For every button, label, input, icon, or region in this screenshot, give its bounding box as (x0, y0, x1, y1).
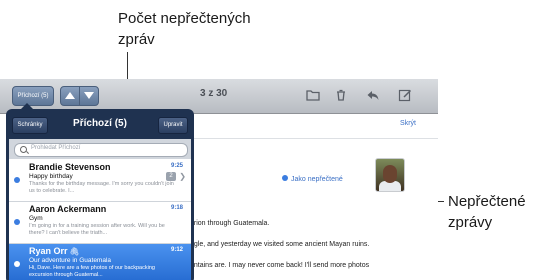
message-sender: Brandie Stevenson (29, 162, 111, 172)
body-line-2: ngle, and yesterday we visited some anci… (190, 241, 370, 248)
search-placeholder: Prohledat Příchozí (31, 145, 81, 151)
unread-dot-icon (282, 175, 288, 181)
unread-dot-icon (14, 261, 20, 267)
avatar-face (383, 165, 397, 183)
message-sender: Ryan Orr 🖇 (29, 246, 80, 256)
callout-unread-count-line1: Počet nepřečtených (118, 10, 251, 27)
avatar (375, 158, 405, 192)
search-icon (20, 146, 27, 153)
edit-button[interactable]: Upravit (158, 117, 188, 134)
message-view: Skrýt Jako nepřečtené urion through Guat… (190, 114, 438, 280)
mark-unread-button[interactable]: Jako nepřečtené (282, 175, 343, 183)
callout-unread-messages-line1: Nepřečtené (448, 193, 526, 210)
message-time: 9:18 (170, 205, 183, 211)
unread-dot-icon (14, 219, 20, 225)
reply-icon[interactable] (366, 88, 380, 102)
body-line-3: untains are. I may never come back! I'll… (190, 262, 370, 269)
popover-header: Příchozí (5) Schránky Upravit (6, 109, 194, 139)
message-counter: 3 z 30 (200, 88, 228, 99)
mail-screen: Příchozí (5) 3 z 30 Skrýt Jako nepřečten… (0, 79, 438, 280)
chevron-right-icon: ❯ (179, 172, 186, 181)
previous-message-button[interactable] (60, 86, 80, 106)
message-row-1[interactable]: Brandie Stevenson 9:25 Happy birthday Th… (9, 160, 191, 202)
message-time: 9:12 (170, 247, 183, 253)
arrow-up-icon (65, 92, 75, 99)
mark-unread-label: Jako nepřečtené (291, 176, 343, 183)
message-row-3[interactable]: Ryan Orr 🖇 9:12 Our adventure in Guatemal… (9, 244, 191, 280)
divider (190, 138, 438, 139)
callout-unread-messages-line2: zprávy (448, 214, 493, 231)
inbox-popover: Příchozí (5) Schránky Upravit Prohledat … (6, 103, 194, 280)
unread-dot-icon (14, 177, 20, 183)
callout-unread-count-line2: zpráv (118, 31, 155, 48)
message-subject: Happy birthday (29, 173, 73, 180)
search-bar: Prohledat Příchozí (9, 139, 191, 159)
message-preview: Thanks for the birthday message. I'm sor… (29, 181, 174, 194)
body-line-1: urion through Guatemala. (190, 220, 270, 227)
message-time: 9:25 (170, 163, 183, 169)
next-message-button[interactable] (79, 86, 99, 106)
folder-icon[interactable] (306, 88, 320, 102)
callout-unread-count: Počet nepřečtených zpráv (118, 8, 251, 50)
thread-count-badge: 2 (166, 172, 176, 181)
message-subject: Gym (29, 215, 43, 222)
mailboxes-button[interactable]: Schránky (12, 117, 48, 134)
trash-icon[interactable] (334, 88, 348, 102)
message-list: Prohledat Příchozí Brandie Stevenson 9:2… (9, 139, 191, 280)
paperclip-icon: 🖇 (69, 247, 80, 256)
message-row-2[interactable]: Aaron Ackermann 9:18 Gym I'm going in fo… (9, 202, 191, 244)
hide-link[interactable]: Skrýt (400, 120, 416, 127)
message-sender: Aaron Ackermann (29, 204, 107, 214)
message-preview: Hi, Dave. Here are a few photos of our b… (29, 265, 155, 278)
compose-icon[interactable] (398, 88, 412, 102)
arrow-down-icon (84, 92, 94, 99)
message-subject: Our adventure in Guatemala (29, 257, 112, 264)
message-preview: I'm going in for a training session afte… (29, 223, 165, 236)
search-input[interactable]: Prohledat Příchozí (14, 143, 188, 157)
callout-unread-messages: Nepřečtené zprávy (448, 191, 526, 233)
